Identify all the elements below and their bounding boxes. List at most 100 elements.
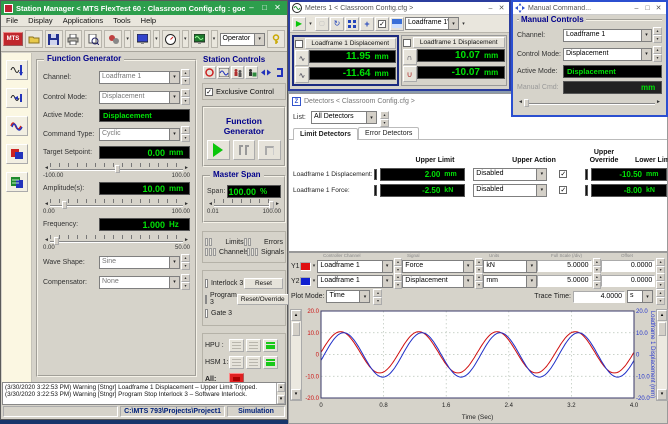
menu-display[interactable]: Display xyxy=(23,16,58,25)
y1-channel-select[interactable]: Loadframe 1▾ xyxy=(317,260,392,273)
station-setup-button[interactable] xyxy=(104,30,122,48)
meters-tool-dropdown-icon[interactable]: ▾ xyxy=(182,30,189,48)
slider-handle[interactable] xyxy=(115,165,120,173)
run-dropdown-icon[interactable]: ▾ xyxy=(307,21,314,27)
bracket-icon[interactable] xyxy=(273,66,286,79)
control-mode-spinner[interactable]: ▴▾ xyxy=(181,89,190,105)
channel-select[interactable]: Loadframe 1▾ xyxy=(563,29,652,42)
meters-tool-button[interactable] xyxy=(162,30,180,48)
function-generator-icon[interactable] xyxy=(6,60,28,80)
slider-handle[interactable] xyxy=(54,237,59,245)
y2-signal-select[interactable]: Displacement▾ xyxy=(402,275,473,288)
scope-tool-button[interactable] xyxy=(191,30,209,48)
program-icon[interactable] xyxy=(217,66,230,79)
y1-unit-select[interactable]: kN▾ xyxy=(483,260,537,273)
y2-offset-spinner[interactable]: ▴▾ xyxy=(656,273,665,289)
plot-mode-spinner[interactable]: ▴▾ xyxy=(373,289,382,305)
control-mode-select[interactable]: Displacement▾ xyxy=(563,48,652,61)
peak-max-icon[interactable]: ∩ xyxy=(403,49,417,65)
display-windows-dropdown-icon[interactable]: ▾ xyxy=(153,30,160,48)
detectors-icon[interactable] xyxy=(6,144,28,164)
menu-tools[interactable]: Tools xyxy=(108,16,136,25)
command-type-spinner[interactable]: ▴▾ xyxy=(181,126,190,142)
y2-scale-input[interactable]: 5.0000 xyxy=(537,275,591,287)
manual-command-icon[interactable] xyxy=(6,88,28,108)
meter-select-checkbox[interactable] xyxy=(403,39,411,47)
display-windows-button[interactable] xyxy=(133,30,151,48)
open-button[interactable] xyxy=(25,30,43,48)
upper-action-select[interactable]: Disabled▾ xyxy=(473,184,547,197)
y1-color-swatch[interactable] xyxy=(300,262,311,271)
hsm1-high-button[interactable] xyxy=(263,356,278,369)
tab-error-detectors[interactable]: Error Detectors xyxy=(358,127,419,139)
y2-channel-select[interactable]: Loadframe 1▾ xyxy=(317,275,392,288)
control-mode-select[interactable]: Displacement▾ xyxy=(99,91,180,104)
target-setpoint-slider[interactable]: ◄ ► xyxy=(43,163,190,173)
y1-channel-spinner[interactable]: ▴▾ xyxy=(394,258,403,274)
station-manager-titlebar[interactable]: Station Manager < MTS FlexTest 60 : Clas… xyxy=(1,1,287,15)
valley-min-icon[interactable]: ∪ xyxy=(403,66,417,82)
y1-signal-spinner[interactable]: ▴▾ xyxy=(475,258,484,274)
minimize-icon[interactable]: – xyxy=(245,2,258,14)
manual-command-titlebar[interactable]: Manual Command... – □ ✕ xyxy=(513,2,666,15)
y2-unit-select[interactable]: mm▾ xyxy=(483,275,537,288)
save-button[interactable] xyxy=(45,30,63,48)
upper-override-checkbox[interactable]: ✓ xyxy=(559,186,567,194)
run-button[interactable] xyxy=(207,140,230,160)
display-style-icon[interactable] xyxy=(390,17,404,31)
amplitude-slider[interactable]: ◄ ► xyxy=(43,199,190,209)
wave-shape-spinner[interactable]: ▴▾ xyxy=(181,254,190,270)
running-max-icon[interactable]: ∿ xyxy=(295,50,309,66)
minimize-icon[interactable]: – xyxy=(631,5,642,12)
meters-channel-select[interactable]: Loadframe 1"▾ xyxy=(405,17,459,30)
plot-mode-select[interactable]: Time▾ xyxy=(326,290,370,303)
log-scrollbar[interactable]: ▴▾ xyxy=(276,383,285,404)
running-min-icon[interactable]: ∿ xyxy=(295,67,309,83)
hpu-low-button[interactable] xyxy=(246,339,261,352)
hpu-off-button[interactable] xyxy=(229,339,244,352)
close-icon[interactable]: ✕ xyxy=(271,2,284,14)
minimize-icon[interactable]: – xyxy=(485,5,496,12)
stop-button[interactable] xyxy=(258,140,281,160)
y1-offset-input[interactable]: 0.0000 xyxy=(601,260,655,272)
y2-offset-input[interactable]: 0.0000 xyxy=(601,275,655,287)
y2-color-swatch[interactable] xyxy=(300,277,311,286)
chevron-down-icon[interactable]: ▾ xyxy=(311,263,318,269)
upper-action-select[interactable]: Disabled▾ xyxy=(473,168,547,181)
trace-time-unit-select[interactable]: s▾ xyxy=(627,290,653,303)
select-meters-icon[interactable]: ✓ xyxy=(375,17,389,31)
hold-button[interactable] xyxy=(233,140,256,160)
master-span-slider[interactable]: ◄ ► xyxy=(207,199,281,209)
maximize-icon[interactable]: □ xyxy=(642,5,653,12)
y1-scale-spinner[interactable]: ▴▾ xyxy=(593,258,602,274)
meter-signal-button[interactable]: Loadframe 1 Displacement xyxy=(305,38,396,49)
login-key-button[interactable] xyxy=(267,30,285,48)
meters-run-button[interactable]: ▶ xyxy=(292,17,306,31)
y2-channel-spinner[interactable]: ▴▾ xyxy=(394,273,403,289)
chevron-down-icon[interactable]: ▾ xyxy=(311,278,318,284)
slider-handle[interactable] xyxy=(62,201,67,209)
channel-spinner[interactable]: ▴▾ xyxy=(181,69,190,85)
menu-file[interactable]: File xyxy=(1,16,23,25)
y2-signal-spinner[interactable]: ▴▾ xyxy=(475,273,484,289)
manual-cmd-slider[interactable]: ◄ ► xyxy=(517,97,662,107)
hpu-high-button[interactable] xyxy=(263,339,278,352)
exclusive-control-checkbox[interactable]: ✓ xyxy=(205,88,213,96)
meters-icon[interactable] xyxy=(6,172,28,192)
close-icon[interactable]: ✕ xyxy=(653,4,664,12)
maximize-icon[interactable]: □ xyxy=(258,2,271,14)
transfer-arrows-icon[interactable] xyxy=(259,66,272,79)
meters-titlebar[interactable]: Meters 1 < Classroom Config.cfg > – ✕ xyxy=(290,2,509,15)
operator-select[interactable]: Operator ▾ xyxy=(220,33,266,46)
meter-select-checkbox[interactable] xyxy=(295,40,303,48)
slider-handle[interactable] xyxy=(269,201,274,209)
reset-button[interactable]: Reset xyxy=(244,278,283,289)
trace-time-input[interactable]: 4.0000 xyxy=(573,291,625,303)
y1-offset-spinner[interactable]: ▴▾ xyxy=(656,258,665,274)
upper-override-checkbox[interactable]: ✓ xyxy=(559,170,567,178)
menu-help[interactable]: Help xyxy=(136,16,161,25)
left-scale-scrollbar[interactable]: ▴▾ xyxy=(290,309,302,401)
meter-signal-button[interactable]: Loadframe 1 Displacement xyxy=(413,37,506,48)
channel-extra-dropdown-icon[interactable]: ▾ xyxy=(460,21,467,27)
chevron-down-icon[interactable]: ▾ xyxy=(254,34,264,45)
